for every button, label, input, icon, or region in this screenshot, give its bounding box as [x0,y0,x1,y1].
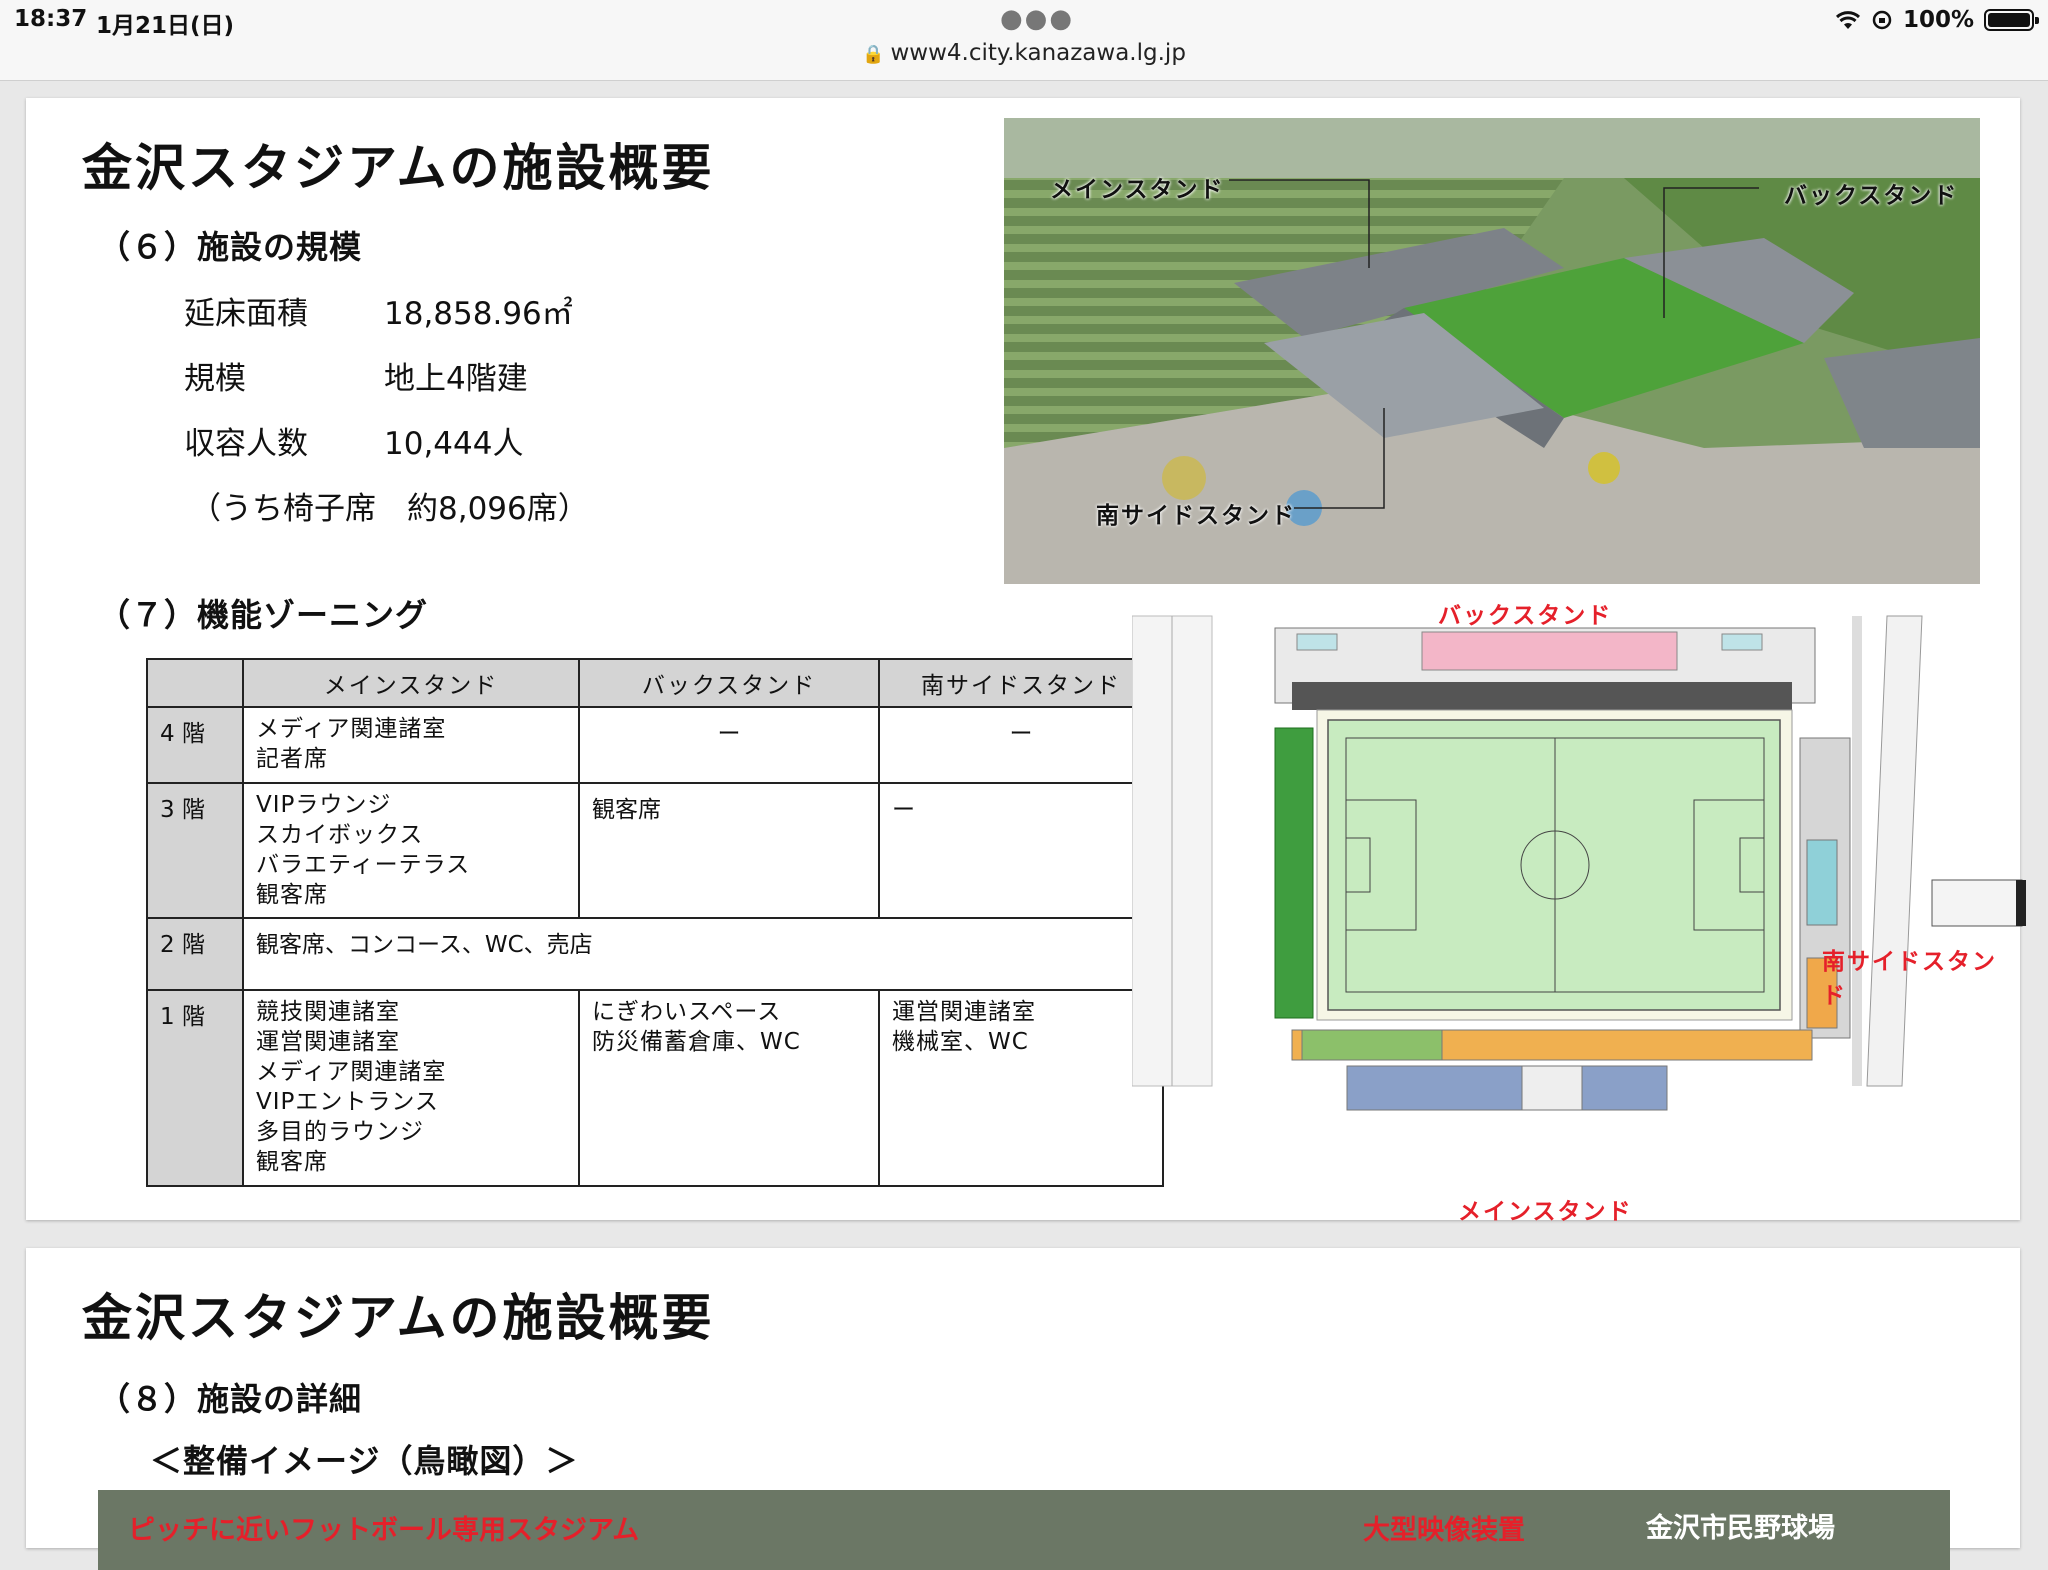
table-row: 1 階 競技関連諸室 運営関連諸室 メディア関連諸室 VIPエントランス 多目的… [146,989,1164,1187]
cell-line: 運営関連諸室 [256,1029,400,1055]
multitasking-dots-icon[interactable]: ●●● [1000,4,1074,34]
url-text: www4.city.kanazawa.lg.jp [890,40,1186,66]
status-date: 1月21日(日) [96,13,235,39]
section-8-heading: （８）施設の詳細 [98,1380,363,1418]
cell-line: 防災備蓄倉庫、WC [592,1029,801,1055]
plan-label-back: バックスタンド [1438,603,1613,629]
plan-label-main: メインスタンド [1458,1199,1633,1225]
spec-row: 延床面積 18,858.96㎡ [184,288,573,333]
slide-title: 金沢スタジアムの施設概要 [82,1289,715,1347]
address-bar[interactable]: 🔒 www4.city.kanazawa.lg.jp [0,40,2048,66]
back-stand-cell: 観客席 [578,782,880,919]
floor-cell: 1 階 [146,989,244,1187]
cell-line: バラエティーテラス [256,852,471,878]
status-indicators: 100% [1835,6,2039,34]
column-header: バックスタンド [578,658,880,708]
table-header-row: メインスタンド バックスタンド 南サイドスタンド [146,658,1164,708]
back-stand-cell: ー [578,706,880,784]
cell-line: 観客席 [256,882,328,908]
photo-leader-lines [1229,179,1759,509]
section-6-heading: （６）施設の規模 [98,228,363,266]
table-row: 3 階 VIPラウンジ スカイボックス バラエティーテラス 観客席 観客席 ー [146,782,1164,919]
lock-icon: 🔒 [862,44,885,65]
birdseye-image: ピッチに近いフットボール専用スタジアム 大型映像装置 金沢市民野球場 [98,1490,1950,1570]
floor-cell: 4 階 [146,706,244,784]
image-caption: ピッチに近いフットボール専用スタジアム [128,1515,640,1546]
spec-label: 規模 [184,361,246,397]
cell-line: にぎわいスペース [592,999,782,1025]
table-row: 4 階 メディア関連諸室 記者席 ー ー [146,706,1164,784]
south-stand-cell: ー [878,706,1164,784]
cell-line: VIPエントランス [256,1089,439,1115]
column-header: 南サイドスタンド [878,658,1164,708]
stadium-aerial-image: メインスタンド バックスタンド 南サイドスタンド [1004,118,1980,584]
image-caption: 大型映像装置 [1363,1515,1525,1546]
south-stand-cell: ー [878,782,1164,919]
spec-value: 地上4階建 [384,361,528,397]
south-stand-cell: 運営関連諸室 機械室、WC [878,989,1164,1187]
wifi-icon [1835,11,1860,29]
section-7-heading: （７）機能ゾーニング [98,596,429,634]
column-header: メインスタンド [242,658,580,708]
spec-value: 10,444人 [384,426,524,462]
battery-percent: 100% [1902,7,1974,33]
slide-facility-overview: 金沢スタジアムの施設概要 （６）施設の規模 延床面積 18,858.96㎡ 規模 地… [26,98,2026,1225]
spec-row: 収容人数 10,444人 [184,418,523,463]
cell-line: 記者席 [256,746,328,772]
orientation-lock-icon [1872,10,1892,30]
floor-cell: 2 階 [146,917,244,991]
image-caption: 金沢市民野球場 [1646,1513,1835,1544]
cell-line: メディア関連諸室 [256,716,447,742]
table-row: 2 階 観客席、コンコース、WC、売店 [146,917,1164,991]
cell-line: 機械室、WC [892,1029,1029,1055]
status-time: 18:37 [14,6,88,32]
column-header [146,658,244,708]
spec-value: 18,858.96㎡ [384,296,573,332]
zoning-table: メインスタンド バックスタンド 南サイドスタンド 4 階 メディア関連諸室 記者… [146,658,1164,1187]
battery-icon [1984,9,2039,31]
spec-row: 規模 地上4階建 [184,353,528,398]
cell-line: 観客席 [256,1149,328,1175]
main-stand-cell: VIPラウンジ スカイボックス バラエティーテラス 観客席 [242,782,580,919]
slide-facility-details: 金沢スタジアムの施設概要 （８）施設の詳細 ＜整備イメージ（鳥瞰図）＞ ピッチに… [26,1248,2020,1570]
birdseye-subheading: ＜整備イメージ（鳥瞰図）＞ [150,1442,579,1480]
stadium-floor-plan [1131,598,2032,1118]
main-stand-cell: 競技関連諸室 運営関連諸室 メディア関連諸室 VIPエントランス 多目的ラウンジ… [242,989,580,1187]
spec-label: 収容人数 [184,426,308,462]
cell-line: 運営関連諸室 [892,999,1036,1025]
floor-cell: 3 階 [146,782,244,919]
cell-line: スカイボックス [256,822,424,848]
floor-plan-drawing [1131,615,2026,1111]
main-stand-cell: メディア関連諸室 記者席 [242,706,580,784]
plan-label-south: 南サイドスタンド [1822,949,1997,1009]
back-stand-cell: にぎわいスペース 防災備蓄倉庫、WC [578,989,880,1187]
cell-line: VIPラウンジ [256,792,392,818]
cell-line: 多目的ラウンジ [256,1119,424,1145]
seat-note: （うち椅子席 約8,096席） [190,491,589,527]
cell-line: 競技関連諸室 [256,999,400,1025]
status-bar: 18:37 1月21日(日) ●●● 🔒 www4.city.kanazawa.l… [0,0,2048,81]
merged-cell: 観客席、コンコース、WC、売店 [242,917,1164,991]
cell-line: メディア関連諸室 [256,1059,447,1085]
spec-label: 延床面積 [184,296,308,332]
slide-title: 金沢スタジアムの施設概要 [82,139,715,197]
